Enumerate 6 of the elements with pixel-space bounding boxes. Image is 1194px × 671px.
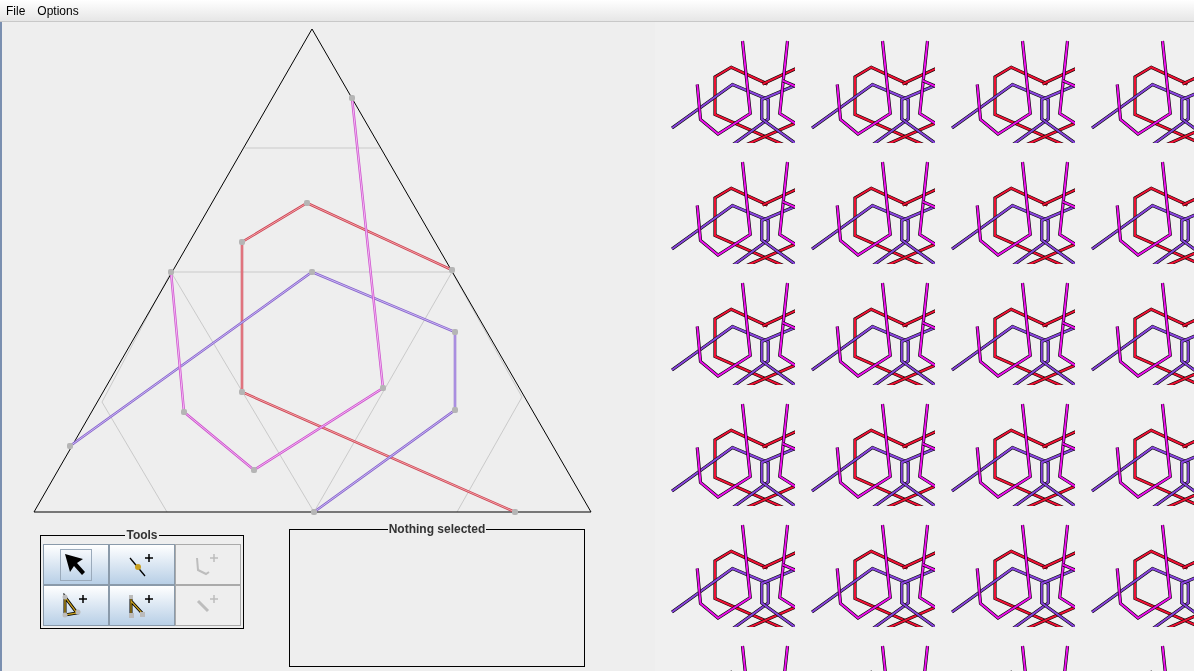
tool-button[interactable] [43,585,109,626]
tools-title: Tools [125,527,159,544]
menu-item[interactable]: Options [37,1,79,20]
menu-item[interactable]: File [6,1,26,20]
tool-button[interactable] [43,544,109,585]
selection-title: Nothing selected [387,521,487,538]
